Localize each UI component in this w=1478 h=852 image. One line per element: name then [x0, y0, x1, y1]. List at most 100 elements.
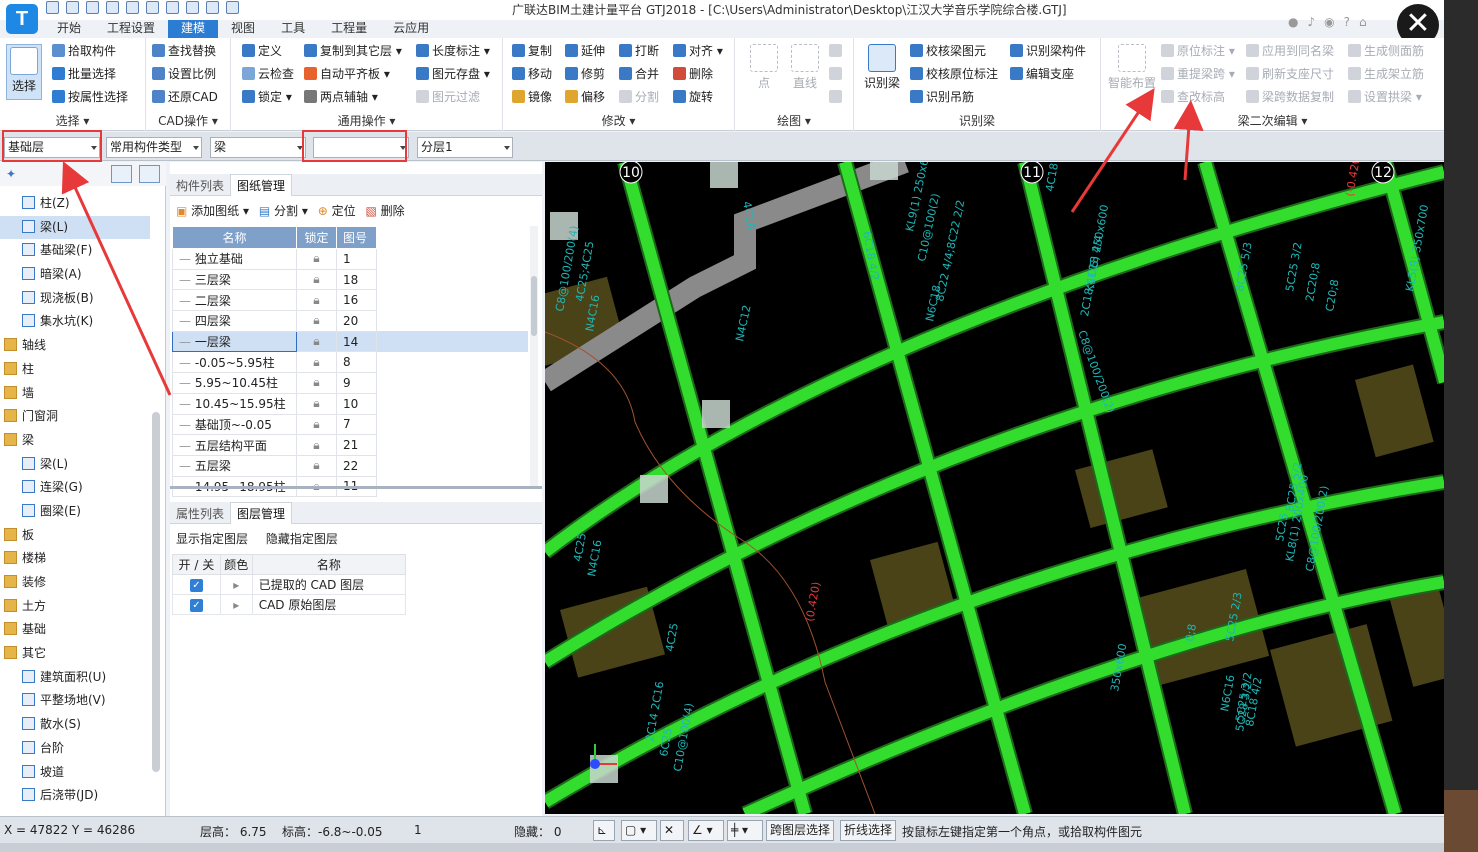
ortho-toggle[interactable]: ⊾ [593, 820, 615, 841]
tree-item[interactable]: 圈梁(E) [0, 500, 150, 524]
set-scale-button[interactable]: 设置比例 [152, 64, 216, 84]
home-icon[interactable]: ⌂ [1359, 15, 1367, 29]
tree-item[interactable]: 梁 [0, 429, 150, 453]
identify-hanger-button[interactable]: 识别吊筋 [910, 87, 974, 107]
tab-modeling[interactable]: 建模 [168, 20, 219, 38]
pin-icon[interactable]: ✦ [6, 167, 16, 181]
tree-item[interactable]: 梁(L) [0, 453, 150, 477]
merge-button[interactable]: 合并 [619, 64, 659, 84]
tab-start[interactable]: 开始 [44, 20, 94, 38]
rotate-button[interactable]: 旋转 [673, 87, 713, 107]
rect-icon[interactable] [829, 87, 845, 107]
tab-quantities[interactable]: 工程量 [318, 20, 380, 38]
change-elevation-button[interactable]: 查改标高 [1161, 87, 1225, 107]
drawing-canvas[interactable]: 10 11 12 4C18 6C18 4/2 KL9(1) 250x600 C10@100(… [545, 162, 1444, 814]
tree-item[interactable]: 其它 [0, 642, 150, 666]
move-button[interactable]: 移动 [512, 64, 552, 84]
tree-item[interactable]: 柱(Z) [0, 192, 150, 216]
report-icon[interactable] [186, 1, 199, 14]
help-icon[interactable]: ? [1344, 15, 1350, 29]
locate-drawing-button[interactable]: ⊕ 定位 [318, 198, 356, 224]
undo-icon[interactable] [106, 1, 119, 14]
mirror-button[interactable]: 镜像 [512, 87, 552, 107]
find-replace-button[interactable]: 查找替换 [152, 41, 216, 61]
floor-select[interactable]: 基础层 [4, 137, 100, 158]
lock-icon[interactable]: 🔒︎ [296, 351, 337, 374]
lock-icon[interactable]: 🔒︎ [296, 248, 337, 270]
save-icon[interactable] [86, 1, 99, 14]
component-type-select[interactable]: 常用构件类型 [106, 137, 202, 158]
tab-cloud[interactable]: 云应用 [380, 20, 442, 38]
batch-select-button[interactable]: 批量选择 [52, 64, 116, 84]
delete-drawing-button[interactable]: ▧ 删除 [365, 198, 404, 224]
tree-item[interactable]: 柱 [0, 358, 150, 382]
offset-button[interactable]: 偏移 [565, 87, 605, 107]
lock-button[interactable]: 锁定 ▾ [242, 87, 292, 107]
check-in-situ-button[interactable]: 校核原位标注 [910, 64, 998, 84]
splitter[interactable] [170, 486, 542, 489]
drawing-row[interactable]: — 二层梁 🔒︎ 16 [172, 289, 528, 312]
point-button[interactable]: 点 [749, 44, 779, 91]
tab-tools[interactable]: 工具 [268, 20, 318, 38]
drawing-row[interactable]: — 5.95~10.45柱 🔒︎ 9 [172, 372, 528, 394]
tab-view[interactable]: 视图 [218, 20, 268, 38]
cad-drawing[interactable]: 10 11 124C186C18 4/2KL9(1) 250x600C10@100(… [545, 162, 1444, 814]
drawing-row[interactable]: — 独立基础 🔒︎ 1 [172, 248, 528, 270]
tree-item[interactable]: 装修 [0, 571, 150, 595]
copy-to-floor-button[interactable]: 复制到其它层 ▾ [304, 41, 402, 61]
copy-button[interactable]: 复制 [512, 41, 552, 61]
layer-checkbox[interactable]: ✓ [189, 579, 203, 592]
two-point-axis-button[interactable]: 两点辅轴 ▾ [304, 87, 378, 107]
tab-layer-management[interactable]: 图层管理 [230, 502, 293, 524]
col-name[interactable]: 名称 [172, 226, 297, 249]
restore-cad-button[interactable]: 还原CAD [152, 87, 218, 107]
tree-item[interactable]: 土方 [0, 595, 150, 619]
split-drawing-button[interactable]: ▤ 分割 ▾ [259, 198, 308, 224]
open-file-icon[interactable] [66, 1, 79, 14]
select-button[interactable]: 选择 [6, 44, 42, 100]
grid-view-icon[interactable] [139, 165, 160, 183]
chat-icon[interactable]: ◉ [1324, 15, 1334, 29]
drawing-row[interactable]: — -0.05~5.95柱 🔒︎ 8 [172, 351, 528, 374]
add-drawing-button[interactable]: ▣ 添加图纸 ▾ [176, 198, 249, 224]
user-icon[interactable]: ● [1288, 15, 1298, 29]
layer-row[interactable]: ✓ ▸ 已提取的 CAD 图层 [172, 574, 407, 595]
line-button[interactable]: 直线 [787, 44, 823, 91]
auto-align-slab-button[interactable]: 自动平齐板 ▾ [304, 64, 390, 84]
lock-icon[interactable]: 🔒︎ [296, 392, 337, 415]
check-beam-button[interactable]: 校核梁图元 [910, 41, 986, 61]
length-dim-button[interactable]: 长度标注 ▾ [416, 41, 490, 61]
tab-project-settings[interactable]: 工程设置 [94, 20, 168, 38]
tree-item[interactable]: 墙 [0, 382, 150, 406]
component-name-select[interactable] [313, 137, 409, 158]
side-rebar-button[interactable]: 生成侧面筋 [1348, 41, 1424, 61]
tree-item[interactable]: 门窗洞 [0, 405, 150, 429]
tree-item[interactable]: 散水(S) [0, 713, 150, 737]
show-layer-button[interactable]: 显示指定图层 [176, 526, 248, 552]
tree-item[interactable]: 梁(L) [0, 215, 150, 240]
tree-item[interactable]: 坡道 [0, 761, 150, 785]
arc-icon[interactable] [829, 41, 845, 61]
redo-icon[interactable] [126, 1, 139, 14]
tree-item[interactable]: 基础梁(F) [0, 239, 150, 263]
tree-item[interactable]: 台阶 [0, 737, 150, 761]
new-file-icon[interactable] [46, 1, 59, 14]
drawing-row[interactable]: — 基础顶~-0.05 🔒︎ 7 [172, 413, 528, 436]
tree-item[interactable]: 楼梯 [0, 547, 150, 571]
in-situ-label-button[interactable]: 原位标注 ▾ [1161, 41, 1235, 61]
circle-icon[interactable] [829, 64, 845, 84]
lock-icon[interactable]: 🔒︎ [296, 330, 337, 353]
extend-button[interactable]: 延伸 [565, 41, 605, 61]
tree-item[interactable]: 建筑面积(U) [0, 666, 150, 690]
angle-toggle[interactable]: ∠ ▾ [688, 820, 724, 841]
offset-toggle[interactable]: ╪ ▾ [727, 820, 763, 841]
identify-beam-button[interactable]: 识别梁 [862, 44, 902, 91]
tree-item[interactable]: 平整场地(V) [0, 689, 150, 713]
delete-button[interactable]: 删除 [673, 64, 713, 84]
identify-beam-comp-button[interactable]: 识别梁构件 [1010, 41, 1086, 61]
tree-item[interactable]: 板 [0, 524, 150, 548]
span-data-copy-button[interactable]: 梁跨数据复制 [1246, 87, 1334, 107]
component-select[interactable]: 梁 [210, 137, 306, 158]
col-lock[interactable]: 锁定 [296, 226, 337, 249]
tree-item[interactable]: 连梁(G) [0, 476, 150, 500]
